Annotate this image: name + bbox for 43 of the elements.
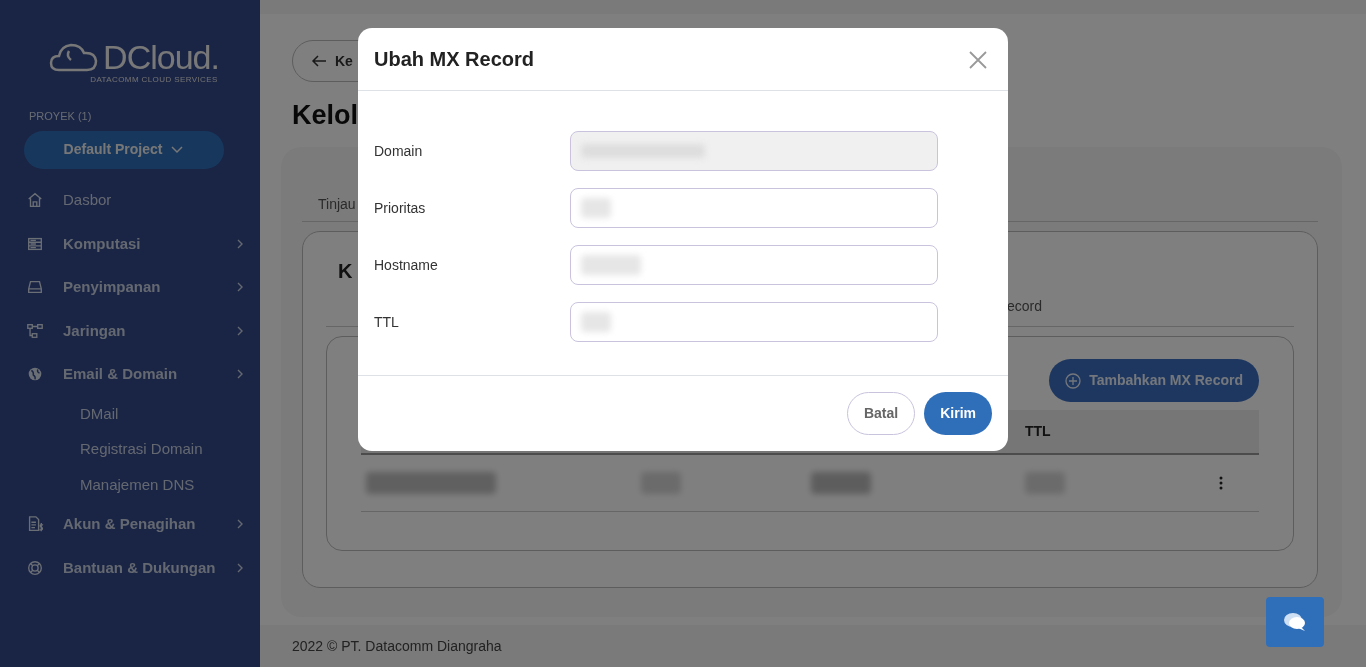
sidebar-item[interactable]: Jaringan: [0, 309, 260, 353]
network-icon: [26, 321, 44, 340]
arrow-left-icon: [311, 55, 327, 67]
add-record-button[interactable]: Tambahkan MX Record: [1049, 359, 1259, 402]
field-label: TTL: [374, 312, 400, 332]
sidebar-item[interactable]: Dasbor: [0, 178, 260, 222]
redacted-value: [811, 472, 871, 494]
input-field[interactable]: [570, 302, 938, 342]
column-header: TTL: [1025, 422, 1052, 441]
plus-circle-icon: [1065, 372, 1082, 389]
chevron-down-icon: [170, 144, 185, 155]
field-label: Prioritas: [374, 198, 427, 218]
sidebar-item[interactable]: Penyimpanan: [0, 265, 260, 309]
sidebar-item[interactable]: Bantuan & Dukungan: [0, 546, 260, 590]
chat-bubbles-icon: [1283, 612, 1307, 632]
more-vertical-icon: [1219, 476, 1223, 490]
invoice-icon: [26, 515, 44, 534]
input-field[interactable]: [570, 245, 938, 285]
home-icon: [26, 191, 44, 210]
logo-text: DCloud.: [103, 40, 219, 74]
section-label: PROYEK (1): [29, 109, 93, 124]
sidebar-item[interactable]: Email & Domain: [0, 352, 260, 396]
cancel-button[interactable]: Batal: [846, 392, 916, 435]
sidebar-item[interactable]: Akun & Penagihan: [0, 502, 260, 546]
close-icon: [969, 50, 987, 69]
sidebar-subitem[interactable]: Manajemen DNS: [0, 467, 260, 503]
submit-button[interactable]: Kirim: [924, 392, 992, 435]
logo-tagline: DATACOMM CLOUD SERVICES: [90, 74, 218, 86]
sidebar-subitem[interactable]: DMail: [0, 396, 260, 432]
sidebar-item[interactable]: Komputasi: [0, 222, 260, 266]
page-title: Kelol: [292, 99, 359, 132]
cloud-icon: [49, 41, 100, 73]
field-label: Domain: [374, 141, 424, 161]
input-field[interactable]: [570, 188, 938, 228]
section-title: K: [338, 259, 353, 284]
tab[interactable]: ecord: [1007, 296, 1043, 317]
footer-text: 2022 © PT. Datacomm Diangraha: [260, 625, 1366, 667]
sidebar-subitem[interactable]: Registrasi Domain: [0, 431, 260, 467]
chat-button[interactable]: [1266, 597, 1324, 647]
field-label: Hostname: [374, 255, 439, 275]
lifebuoy-icon: [26, 558, 44, 577]
project-dropdown[interactable]: Default Project: [24, 130, 224, 169]
tab[interactable]: Tinjau: [318, 194, 356, 221]
